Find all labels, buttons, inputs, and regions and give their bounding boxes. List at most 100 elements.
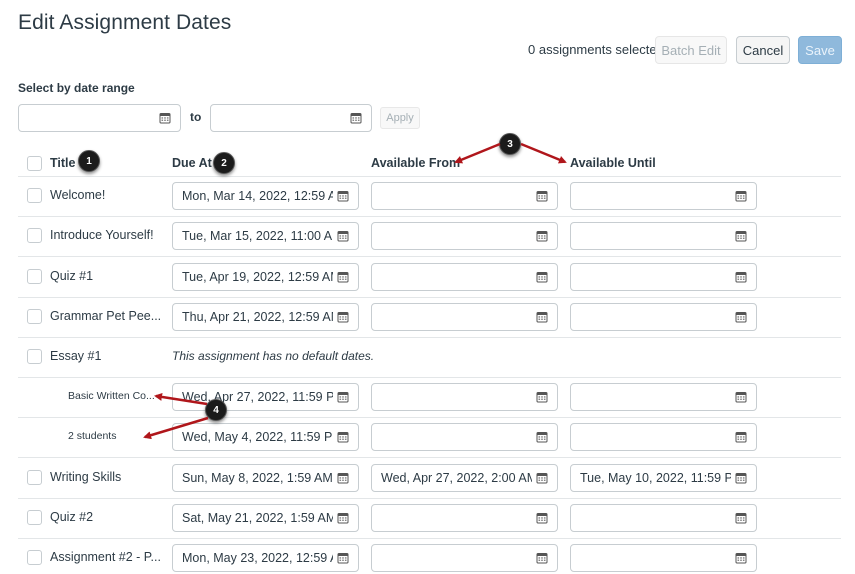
calendar-icon[interactable]	[337, 472, 349, 484]
assignment-title: Grammar Pet Pee...	[50, 308, 162, 323]
calendar-icon[interactable]	[735, 190, 747, 202]
callout-2: 2	[213, 152, 235, 174]
date-range-label: Select by date range	[18, 81, 135, 95]
calendar-icon[interactable]	[735, 391, 747, 403]
apply-button[interactable]: Apply	[380, 107, 420, 129]
column-available-from: Available From	[371, 156, 461, 170]
available-until-input[interactable]	[570, 543, 757, 572]
cancel-button[interactable]: Cancel	[736, 36, 790, 64]
calendar-icon[interactable]	[337, 190, 349, 202]
assignment-title: Introduce Yourself!	[50, 228, 154, 243]
available-until-input[interactable]	[570, 503, 757, 532]
row-checkbox[interactable]	[27, 268, 42, 284]
calendar-icon[interactable]	[735, 472, 747, 484]
available-until-input[interactable]	[570, 182, 757, 211]
calendar-icon[interactable]	[735, 311, 747, 323]
assignment-title: Quiz #1	[50, 268, 94, 283]
available-from-input-value: Wed, Apr 27, 2022, 2:00 AM	[381, 470, 532, 485]
available-from-input[interactable]	[371, 543, 558, 572]
no-default-dates-note: This assignment has no default dates.	[172, 348, 375, 363]
available-from-input[interactable]	[371, 222, 558, 251]
row-checkbox[interactable]	[27, 469, 42, 485]
calendar-icon[interactable]	[337, 512, 349, 524]
column-title: Title	[50, 156, 76, 170]
row-checkbox[interactable]	[27, 549, 42, 565]
row-divider	[18, 337, 841, 338]
calendar-icon[interactable]	[536, 190, 548, 202]
range-to-input[interactable]	[210, 104, 372, 132]
save-button[interactable]: Save	[798, 36, 842, 64]
available-from-input[interactable]	[371, 423, 558, 452]
range-from-input[interactable]	[18, 104, 181, 132]
available-from-input[interactable]	[371, 383, 558, 412]
callout-4: 4	[205, 399, 227, 421]
calendar-icon[interactable]	[337, 311, 349, 323]
override-title: Basic Written Co...	[68, 390, 155, 403]
calendar-icon[interactable]	[337, 552, 349, 564]
due-at-input[interactable]: Wed, Apr 27, 2022, 11:59 PM	[172, 383, 359, 412]
row-divider	[18, 297, 841, 298]
due-at-input[interactable]: Tue, Mar 15, 2022, 11:00 AM	[172, 222, 359, 251]
available-from-input[interactable]	[371, 302, 558, 331]
row-divider	[18, 498, 841, 499]
calendar-icon[interactable]	[536, 431, 548, 443]
available-until-input[interactable]	[570, 302, 757, 331]
available-from-input[interactable]: Wed, Apr 27, 2022, 2:00 AM	[371, 463, 558, 492]
assignment-title: Writing Skills	[50, 469, 122, 484]
column-available-until: Available Until	[570, 156, 656, 170]
due-at-input[interactable]: Tue, Apr 19, 2022, 12:59 AM	[172, 262, 359, 291]
available-from-input[interactable]	[371, 503, 558, 532]
calendar-icon[interactable]	[536, 552, 548, 564]
row-checkbox[interactable]	[27, 348, 42, 364]
due-at-input[interactable]: Sun, May 8, 2022, 1:59 AM	[172, 463, 359, 492]
available-from-input[interactable]	[371, 262, 558, 291]
due-at-input[interactable]: Thu, Apr 21, 2022, 12:59 AM	[172, 302, 359, 331]
available-until-input[interactable]	[570, 262, 757, 291]
calendar-icon[interactable]	[159, 112, 171, 124]
page-title: Edit Assignment Dates	[18, 11, 232, 34]
select-all-checkbox[interactable]	[27, 156, 42, 171]
calendar-icon[interactable]	[337, 230, 349, 242]
calendar-icon[interactable]	[735, 552, 747, 564]
calendar-icon[interactable]	[337, 391, 349, 403]
assignment-title: Quiz #2	[50, 509, 94, 524]
assignment-title: Essay #1	[50, 348, 102, 363]
calendar-icon[interactable]	[536, 230, 548, 242]
available-until-input[interactable]	[570, 423, 757, 452]
due-at-input[interactable]: Sat, May 21, 2022, 1:59 AM	[172, 503, 359, 532]
row-checkbox[interactable]	[27, 308, 42, 324]
row-checkbox[interactable]	[27, 188, 42, 204]
calendar-icon[interactable]	[536, 391, 548, 403]
calendar-icon[interactable]	[735, 431, 747, 443]
available-until-input[interactable]	[570, 383, 757, 412]
batch-edit-button[interactable]: Batch Edit	[655, 36, 727, 64]
selected-count: 0 assignments selected	[528, 42, 664, 57]
calendar-icon[interactable]	[735, 512, 747, 524]
available-until-input[interactable]: Tue, May 10, 2022, 11:59 PM	[570, 463, 757, 492]
due-at-input-value: Wed, May 4, 2022, 11:59 PM	[182, 430, 333, 445]
row-divider	[18, 417, 841, 418]
due-at-input[interactable]: Mon, Mar 14, 2022, 12:59 AI	[172, 182, 359, 211]
calendar-icon[interactable]	[536, 512, 548, 524]
row-divider	[18, 377, 841, 378]
calendar-icon[interactable]	[735, 271, 747, 283]
due-at-input-value: Sat, May 21, 2022, 1:59 AM	[182, 510, 333, 525]
calendar-icon[interactable]	[536, 271, 548, 283]
assignment-title: Welcome!	[50, 188, 106, 203]
calendar-icon[interactable]	[735, 230, 747, 242]
header-divider	[18, 176, 841, 177]
row-divider	[18, 538, 841, 539]
calendar-icon[interactable]	[536, 472, 548, 484]
calendar-icon[interactable]	[350, 112, 362, 124]
due-at-input[interactable]: Wed, May 4, 2022, 11:59 PM	[172, 423, 359, 452]
calendar-icon[interactable]	[536, 311, 548, 323]
available-from-input[interactable]	[371, 182, 558, 211]
row-checkbox[interactable]	[27, 228, 42, 244]
row-checkbox[interactable]	[27, 509, 42, 525]
available-until-input[interactable]	[570, 222, 757, 251]
due-at-input-value: Thu, Apr 21, 2022, 12:59 AM	[182, 309, 333, 324]
assignment-title: Assignment #2 - P...	[50, 549, 161, 564]
due-at-input[interactable]: Mon, May 23, 2022, 12:59 A	[172, 543, 359, 572]
calendar-icon[interactable]	[337, 431, 349, 443]
calendar-icon[interactable]	[337, 271, 349, 283]
